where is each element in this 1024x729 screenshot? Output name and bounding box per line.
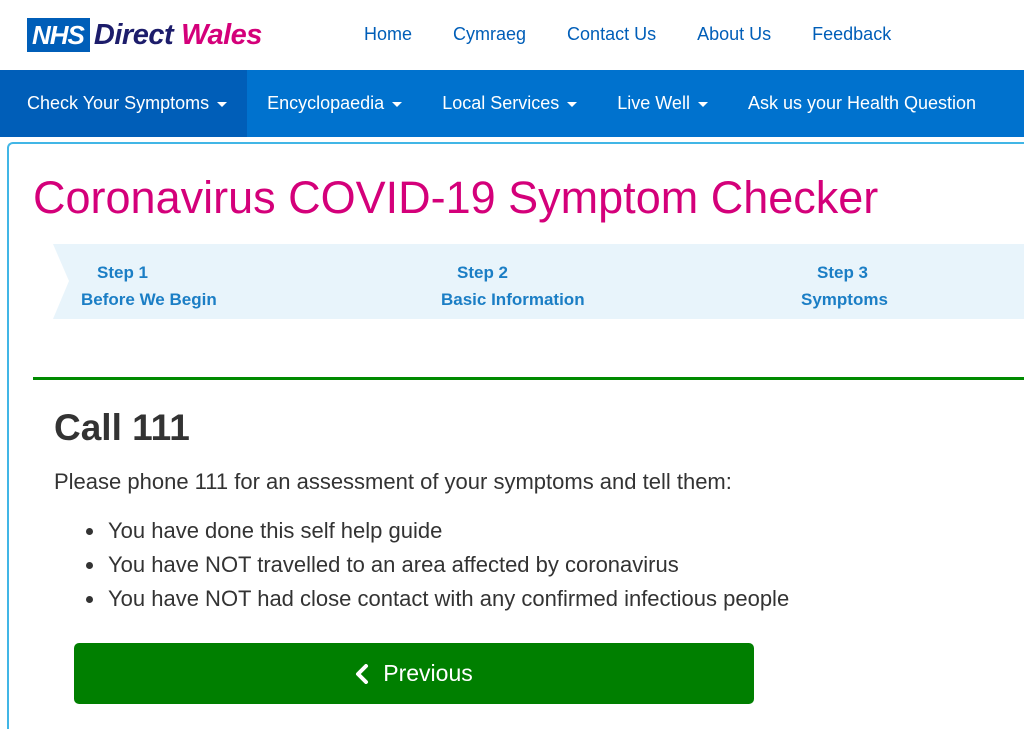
nav-item-live-well[interactable]: Live Well [597,70,728,137]
step-basic-information: Step 2 Basic Information [441,259,585,313]
top-link-contact-us[interactable]: Contact Us [567,24,656,45]
list-item: You have NOT travelled to an area affect… [86,548,789,582]
logo-nhs-mark: NHS [27,18,90,52]
main-navigation: Check Your Symptoms Encyclopaedia Local … [0,70,1024,137]
page-title: Coronavirus COVID-19 Symptom Checker [33,172,879,223]
result-intro: Please phone 111 for an assessment of yo… [54,469,732,494]
result-divider [33,377,1024,380]
step-label: Symptoms [801,290,888,309]
previous-button[interactable]: Previous [74,643,754,704]
step-arrow-notch [53,244,69,319]
nav-item-ask-health-question[interactable]: Ask us your Health Question [728,70,996,137]
nav-item-label: Live Well [617,93,690,113]
result-heading: Call 111 [54,407,190,448]
nav-item-local-services[interactable]: Local Services [422,70,597,137]
step-progress: Step 1 Before We Begin Step 2 Basic Info… [53,244,1024,319]
nav-item-encyclopaedia[interactable]: Encyclopaedia [247,70,422,137]
nav-item-check-your-symptoms[interactable]: Check Your Symptoms [0,70,248,137]
chevron-left-icon [356,663,369,684]
step-label: Before We Begin [81,290,217,309]
top-link-about-us[interactable]: About Us [697,24,771,45]
caret-down-icon [567,102,578,107]
previous-button-label: Previous [383,660,473,686]
caret-down-icon [697,102,708,107]
step-label: Basic Information [441,290,585,309]
nav-item-label: Check Your Symptoms [27,93,210,113]
site-header: NHS Direct Wales Home Cymraeg Contact Us… [0,0,1024,70]
logo-direct-text: Direct [93,18,174,51]
result-points-list: You have done this self help guide You h… [86,514,789,616]
caret-down-icon [217,102,228,107]
top-links: Home Cymraeg Contact Us About Us Feedbac… [364,24,932,45]
step-number: Step 1 [97,263,149,282]
step-number: Step 3 [817,263,869,282]
step-before-we-begin: Step 1 Before We Begin [81,259,217,313]
step-symptoms: Step 3 Symptoms [801,259,888,313]
list-item: You have NOT had close contact with any … [86,582,789,616]
top-link-home[interactable]: Home [364,24,412,45]
caret-down-icon [392,102,403,107]
nav-item-label: Encyclopaedia [267,93,385,113]
top-link-cymraeg[interactable]: Cymraeg [453,24,526,45]
logo-wales-text: Wales [181,18,262,51]
step-number: Step 2 [457,263,509,282]
list-item: You have done this self help guide [86,514,789,548]
top-link-feedback[interactable]: Feedback [812,24,891,45]
nav-item-label: Local Services [442,93,560,113]
nav-item-label: Ask us your Health Question [747,93,977,113]
nhs-direct-wales-logo[interactable]: NHS Direct Wales [27,18,262,52]
